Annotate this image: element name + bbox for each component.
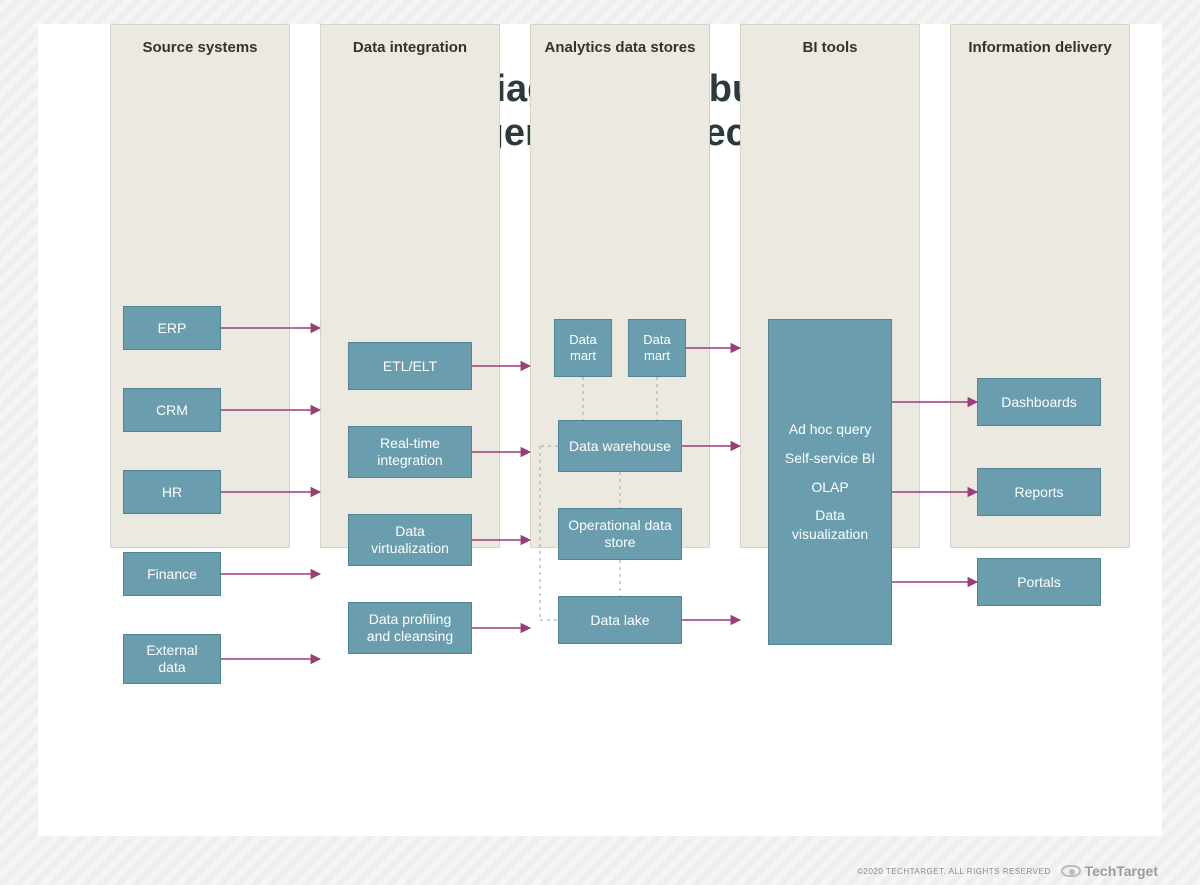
box-dashboards: Dashboards bbox=[977, 378, 1101, 426]
bi-tool-adhoc: Ad hoc query bbox=[789, 420, 872, 439]
eye-icon bbox=[1061, 865, 1081, 877]
box-reports: Reports bbox=[977, 468, 1101, 516]
box-data-lake: Data lake bbox=[558, 596, 682, 644]
box-data-mart-2: Data mart bbox=[628, 319, 686, 377]
box-hr: HR bbox=[123, 470, 221, 514]
col-title: Analytics data stores bbox=[531, 25, 709, 68]
col-title: BI tools bbox=[741, 25, 919, 68]
copyright: ©2020 TECHTARGET. ALL RIGHTS RESERVED bbox=[857, 867, 1051, 876]
box-data-profiling: Data profiling and cleansing bbox=[348, 602, 472, 654]
box-data-warehouse: Data warehouse bbox=[558, 420, 682, 472]
box-data-virtualization: Data virtualization bbox=[348, 514, 472, 566]
bi-tool-selfsvc: Self-service BI bbox=[785, 449, 875, 468]
box-crm: CRM bbox=[123, 388, 221, 432]
box-erp: ERP bbox=[123, 306, 221, 350]
box-portals: Portals bbox=[977, 558, 1101, 606]
box-operational-data-store: Operational data store bbox=[558, 508, 682, 560]
box-realtime-integration: Real-time integration bbox=[348, 426, 472, 478]
box-external-data: External data bbox=[123, 634, 221, 684]
bi-tool-dataviz: Data visualization bbox=[779, 506, 881, 544]
diagram-canvas: Sample diagram of a business intelligenc… bbox=[38, 24, 1162, 836]
box-etl-elt: ETL/ELT bbox=[348, 342, 472, 390]
brand-logo: TechTarget bbox=[1061, 863, 1158, 879]
box-data-mart-1: Data mart bbox=[554, 319, 612, 377]
col-title: Source systems bbox=[111, 25, 289, 68]
col-title: Data integration bbox=[321, 25, 499, 68]
box-finance: Finance bbox=[123, 552, 221, 596]
box-bi-tools: Ad hoc query Self-service BI OLAP Data v… bbox=[768, 319, 892, 645]
col-title: Information delivery bbox=[951, 25, 1129, 68]
bi-tool-olap: OLAP bbox=[811, 478, 848, 497]
brand-text: TechTarget bbox=[1085, 863, 1158, 879]
footer: ©2020 TECHTARGET. ALL RIGHTS RESERVED Te… bbox=[857, 863, 1158, 879]
